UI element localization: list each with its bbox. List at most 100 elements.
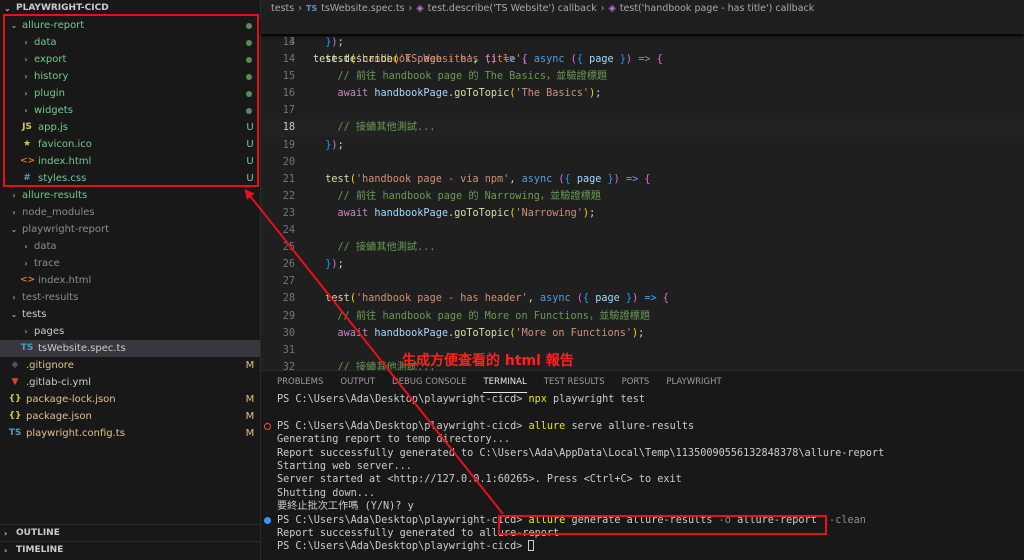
chevron-right-icon: › <box>408 3 413 14</box>
code-text: // 接續其他測試... <box>337 122 436 134</box>
code-text: }); <box>325 259 344 271</box>
code-line[interactable]: 24 <box>261 222 1024 239</box>
tab-test-results[interactable]: TEST RESULTS <box>544 371 605 393</box>
tree-file-package-lock-json[interactable]: {} package-lock.json M <box>0 391 260 408</box>
tree-file--gitignore[interactable]: ◆ .gitignore M <box>0 357 260 374</box>
tree-folder-pages[interactable]: › pages <box>0 323 260 340</box>
line-number: 31 <box>282 344 295 356</box>
code-line[interactable]: 15 // 前往 handbook page 的 The Basics，並驗證標… <box>261 68 1024 85</box>
breadcrumb-callback-describe[interactable]: test.describe('TS Website') callback <box>428 0 597 17</box>
code-line[interactable]: 26 }); <box>261 256 1024 273</box>
code-line[interactable]: 27 <box>261 273 1024 290</box>
tree-folder-allure-results[interactable]: › allure-results <box>0 187 260 204</box>
code-line[interactable]: 13 }); <box>261 34 1024 51</box>
terminal-line-text: PS C:\Users\Ada\Desktop\playwright-cicd>… <box>277 420 695 432</box>
command-decoration-icon[interactable] <box>264 516 271 524</box>
line-number: 25 <box>282 242 295 254</box>
tree-folder-node-modules[interactable]: › node_modules <box>0 204 260 221</box>
breadcrumb-file[interactable]: tsWebsite.spec.ts <box>321 0 404 17</box>
terminal-line-text: Generating report to temp directory... <box>277 434 511 446</box>
sticky-scroll-header[interactable]: 4 test.describe('TS Website', () => { <box>261 17 1024 65</box>
cube-icon: ◈ <box>608 3 616 14</box>
code-line[interactable]: 29 // 前往 handbook page 的 More on Functio… <box>261 308 1024 325</box>
tree-folder-trace[interactable]: › trace <box>0 255 260 272</box>
git-status-badge: M <box>245 394 255 405</box>
tab-problems[interactable]: PROBLEMS <box>277 371 323 393</box>
chevron-down-icon: ⌄ <box>10 310 18 319</box>
tree-folder-data[interactable]: › data <box>0 238 260 255</box>
code-editor[interactable]: tests › TS tsWebsite.spec.ts › ◈ test.de… <box>261 0 1024 407</box>
chevron-right-icon: › <box>298 3 303 14</box>
tab-terminal[interactable]: TERMINAL <box>483 371 527 393</box>
tab-output[interactable]: OUTPUT <box>340 371 375 393</box>
code-line[interactable]: 18 // 接續其他測試... <box>261 119 1024 137</box>
tree-item-label: data <box>34 241 57 252</box>
tree-file--gitlab-ci-yml[interactable]: ▼ .gitlab-ci.yml <box>0 374 260 391</box>
code-line[interactable]: 30 await handbookPage.goToTopic('More on… <box>261 325 1024 342</box>
tree-item-label: tests <box>22 309 47 320</box>
terminal-line: Server started at <http://127.0.0.1:6026… <box>261 473 1024 486</box>
line-number: 21 <box>282 173 295 185</box>
tree-folder-test-results[interactable]: › test-results <box>0 289 260 306</box>
code-line[interactable]: 23 await handbookPage.goToTopic('Narrowi… <box>261 205 1024 222</box>
code-line[interactable]: 16 await handbookPage.goToTopic('The Bas… <box>261 85 1024 102</box>
line-number: 27 <box>282 276 295 288</box>
tree-file-index-html[interactable]: <> index.html <box>0 272 260 289</box>
code-line[interactable]: 22 // 前往 handbook page 的 Narrowing，並驗證標題 <box>261 188 1024 205</box>
code-line[interactable]: 17 <box>261 102 1024 119</box>
terminal-line: PS C:\Users\Ada\Desktop\playwright-cicd>… <box>261 420 1024 433</box>
terminal-line: 要終止批次工作嗎 (Y/N)? y <box>261 500 1024 513</box>
line-number: 30 <box>282 327 295 339</box>
tree-item-label: playwright.config.ts <box>26 428 125 439</box>
code-text: await handbookPage.goToTopic('More on Fu… <box>337 327 645 339</box>
annotation-highlight-box-explorer <box>3 14 259 187</box>
tree-file-tswebsite-spec-ts[interactable]: TS tsWebsite.spec.ts <box>0 340 260 357</box>
command-failed-decoration-icon[interactable] <box>264 422 271 430</box>
git-status-badge: M <box>245 428 255 439</box>
terminal-line: Generating report to temp directory... <box>261 433 1024 446</box>
tab-debug-console[interactable]: DEBUG CONSOLE <box>392 371 466 393</box>
git-status-badge: M <box>245 360 255 371</box>
terminal-line-text: Server started at <http://127.0.0.1:6026… <box>277 474 682 486</box>
terminal-line: PS C:\Users\Ada\Desktop\playwright-cicd> <box>261 540 1024 553</box>
tree-file-playwright-config-ts[interactable]: TS playwright.config.ts M <box>0 425 260 442</box>
line-number: 22 <box>282 190 295 202</box>
breadcrumb: tests › TS tsWebsite.spec.ts › ◈ test.de… <box>261 0 1024 17</box>
tree-item-label: package.json <box>26 411 92 422</box>
chevron-right-icon: › <box>600 3 605 14</box>
code-line[interactable]: 20 <box>261 154 1024 171</box>
code-line[interactable]: 19 }); <box>261 137 1024 154</box>
tab-playwright[interactable]: PLAYWRIGHT <box>666 371 721 393</box>
ts-file-icon: TS <box>20 343 34 353</box>
html-file-icon: <> <box>20 275 36 285</box>
code-text: }); <box>325 37 344 48</box>
tree-file-package-json[interactable]: {} package.json M <box>0 408 260 425</box>
line-number: 23 <box>282 207 295 219</box>
tree-folder-tests[interactable]: ⌄ tests <box>0 306 260 323</box>
chevron-right-icon: › <box>12 191 16 200</box>
code-text: // 前往 handbook page 的 More on Functions，… <box>337 310 651 322</box>
tree-item-label: test-results <box>22 292 79 303</box>
code-line[interactable]: 25 // 接續其他測試... <box>261 239 1024 256</box>
timeline-section-header[interactable]: › TIMELINE <box>0 541 261 558</box>
line-number: 29 <box>282 310 295 322</box>
breadcrumb-callback-test[interactable]: test('handbook page - has title') callba… <box>620 0 814 17</box>
outline-section-header[interactable]: › OUTLINE <box>0 524 261 541</box>
tab-ports[interactable]: PORTS <box>622 371 650 393</box>
tree-item-label: allure-results <box>22 190 88 201</box>
code-text: test('handbook page - via npm', async ({… <box>325 173 651 185</box>
json-file-icon: {} <box>8 394 22 404</box>
code-line[interactable]: 31 <box>261 342 1024 359</box>
annotation-highlight-box-command <box>498 515 827 535</box>
tree-folder-playwright-report[interactable]: ⌄ playwright-report <box>0 221 260 238</box>
breadcrumb-folder[interactable]: tests <box>271 0 294 17</box>
terminal-line: Report successfully generated to C:\User… <box>261 447 1024 460</box>
tree-item-label: .gitlab-ci.yml <box>26 377 91 388</box>
line-number: 26 <box>282 259 295 271</box>
tree-item-label: pages <box>34 326 65 337</box>
code-text: // 接續其他測試... <box>337 242 436 254</box>
ts-file-icon: TS <box>8 428 22 438</box>
line-number: 28 <box>282 293 295 305</box>
code-line[interactable]: 21 test('handbook page - via npm', async… <box>261 171 1024 188</box>
code-line[interactable]: 28 test('handbook page - has header', as… <box>261 290 1024 307</box>
